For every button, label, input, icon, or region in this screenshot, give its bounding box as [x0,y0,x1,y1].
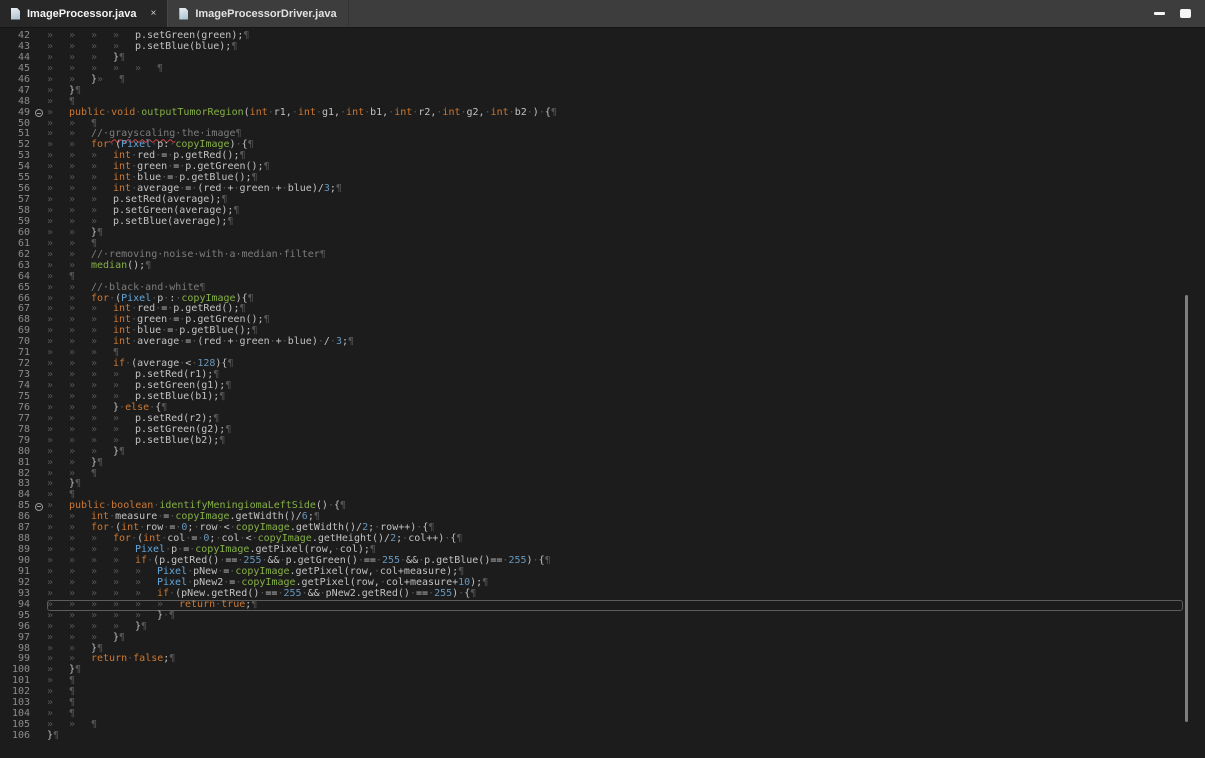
code-text[interactable]: »»}» ¶ [47,74,1183,86]
code-text[interactable]: »»»»»}·¶ [47,610,1183,622]
code-editor[interactable]: 42»»»» p.setGreen(green);¶ 43»»»» p.setBlue… [0,29,1205,758]
fold-collapse-icon[interactable] [34,502,43,511]
code-text[interactable]: »»» p.setBlue(average);¶ [47,216,1183,228]
code-line[interactable]: 43»»»» p.setBlue(blue);¶ [0,41,1205,53]
tab-imageprocessordriver[interactable]: ImageProcessorDriver.java [167,0,349,27]
code-line[interactable]: 97 »»»}¶ [0,631,1205,644]
code-text[interactable]: »}¶ [47,478,1183,490]
code-line[interactable]: 46»»}» ¶ [0,74,1205,86]
minimize-icon[interactable] [1154,12,1165,15]
code-text[interactable]: » ¶ [47,697,1183,709]
code-line[interactable]: 81 »»}¶ [0,456,1205,469]
code-line-current[interactable]: 94»»»»»» return·true;¶ [0,599,1205,611]
code-text[interactable]: »»»» p.setBlue(blue);¶ [47,41,1183,53]
line-number: 48 [17,95,30,107]
line-number: 80 [17,445,30,457]
code-line[interactable]: 104» ¶ [0,708,1205,720]
code-text[interactable]: »»» int·average·=·(red·+·green·+·blue)·/·… [47,336,1183,348]
line-number: 97 [17,631,30,643]
code-line[interactable]: 99»» return·false;¶ [0,653,1205,665]
java-file-icon [11,7,20,20]
code-line[interactable]: 47 »}¶ [0,84,1205,97]
code-line[interactable]: 96 »»»»}¶ [0,620,1205,633]
window-controls [1154,0,1205,27]
line-number: 81 [17,456,30,468]
code-text[interactable]: »» ¶ [47,719,1183,731]
code-text[interactable]: » ¶ [47,686,1183,698]
line-number: 106 [11,730,30,741]
code-line[interactable]: 44»»»}¶ [0,52,1205,64]
line-number: 79 [17,434,30,446]
code-text[interactable]: » ¶ [47,708,1183,720]
code-line[interactable]: 82»» ¶ [0,468,1205,480]
line-number: 49 [17,106,30,118]
code-line[interactable]: 60»»}¶ [0,227,1205,239]
line-number: 63 [17,259,30,271]
line-number: 64 [17,270,30,282]
tab-label: ImageProcessor.java [27,7,137,20]
close-tab-icon[interactable]: × [150,8,156,19]
line-number: 96 [17,620,30,632]
code-text[interactable]: »»»}¶ [47,52,1183,64]
line-number: 47 [17,84,30,96]
tabbar-spacer [349,0,1154,27]
code-text[interactable]: »»»»»» return·true;¶ [47,599,1183,611]
code-line[interactable]: 98»»}¶ [0,643,1205,655]
tab-label: ImageProcessorDriver.java [195,7,337,20]
code-line[interactable]: 100»}¶ [0,664,1205,676]
code-line[interactable]: 106 }¶ [0,730,1205,742]
code-line[interactable]: 95 »»»»»}·¶ [0,609,1205,622]
code-line[interactable]: 105»» ¶ [0,719,1205,731]
code-line[interactable]: 62»»//·removing·noise·with·a·median·filt… [0,249,1205,261]
code-text[interactable]: »»//·removing·noise·with·a·median·filter… [47,249,1183,261]
code-line[interactable]: 80 »»»}¶ [0,445,1205,458]
code-line[interactable]: 103» ¶ [0,697,1205,709]
code-text[interactable]: » ¶ [47,271,1183,283]
code-line[interactable]: 79 »»»» p.setBlue(b2);¶ [0,434,1205,447]
line-number: 95 [17,609,30,621]
code-text[interactable]: »»»» p.setBlue(b2);¶ [47,435,1183,447]
code-line[interactable]: 45»»»»» ¶ [0,63,1205,75]
code-text[interactable]: »»»}¶ [47,446,1183,458]
code-text[interactable]: »»}¶ [47,643,1183,655]
code-line[interactable]: 70»»» int·average·=·(red·+·green·+·blue)·… [0,336,1205,348]
code-text[interactable]: »}¶ [47,85,1183,97]
code-text[interactable]: }¶ [47,730,1183,742]
code-line[interactable]: 49 » public·void·outputTumorRegion(int·r1,… [0,106,1205,119]
code-text[interactable]: »»}¶ [47,457,1183,469]
code-text[interactable]: » ¶ [47,675,1183,687]
code-text[interactable]: »» ¶ [47,468,1183,480]
code-text[interactable]: » public·void·outputTumorRegion(int·r1,·i… [47,107,1183,119]
code-text[interactable]: »}¶ [47,664,1183,676]
fold-collapse-icon[interactable] [34,109,43,118]
code-line[interactable]: 102» ¶ [0,686,1205,698]
code-line[interactable]: 101» ¶ [0,675,1205,687]
tab-bar: ImageProcessor.java × ImageProcessorDriv… [0,0,1205,28]
code-text[interactable]: »»»»» ¶ [47,63,1183,75]
tab-imageprocessor[interactable]: ImageProcessor.java × [0,0,168,27]
code-text[interactable]: »»»» p.setBlue(b1);¶ [47,391,1183,403]
code-text[interactable]: »»}¶ [47,227,1183,239]
code-text[interactable]: »»»}¶ [47,632,1183,644]
code-line[interactable]: 83»}¶ [0,478,1205,490]
line-number: 65 [17,281,30,293]
code-line[interactable]: 59»»» p.setBlue(average);¶ [0,216,1205,228]
code-text[interactable]: »» return·false;¶ [47,653,1183,665]
restore-window-icon[interactable] [1180,9,1191,18]
vertical-scrollbar-thumb[interactable] [1185,295,1188,722]
code-line[interactable]: 75»»»» p.setBlue(b1);¶ [0,391,1205,403]
code-line[interactable]: 63 »» median();¶ [0,259,1205,272]
java-file-icon [179,7,189,20]
code-text[interactable]: »» median();¶ [47,260,1183,272]
code-text[interactable]: »»»»}¶ [47,621,1183,633]
